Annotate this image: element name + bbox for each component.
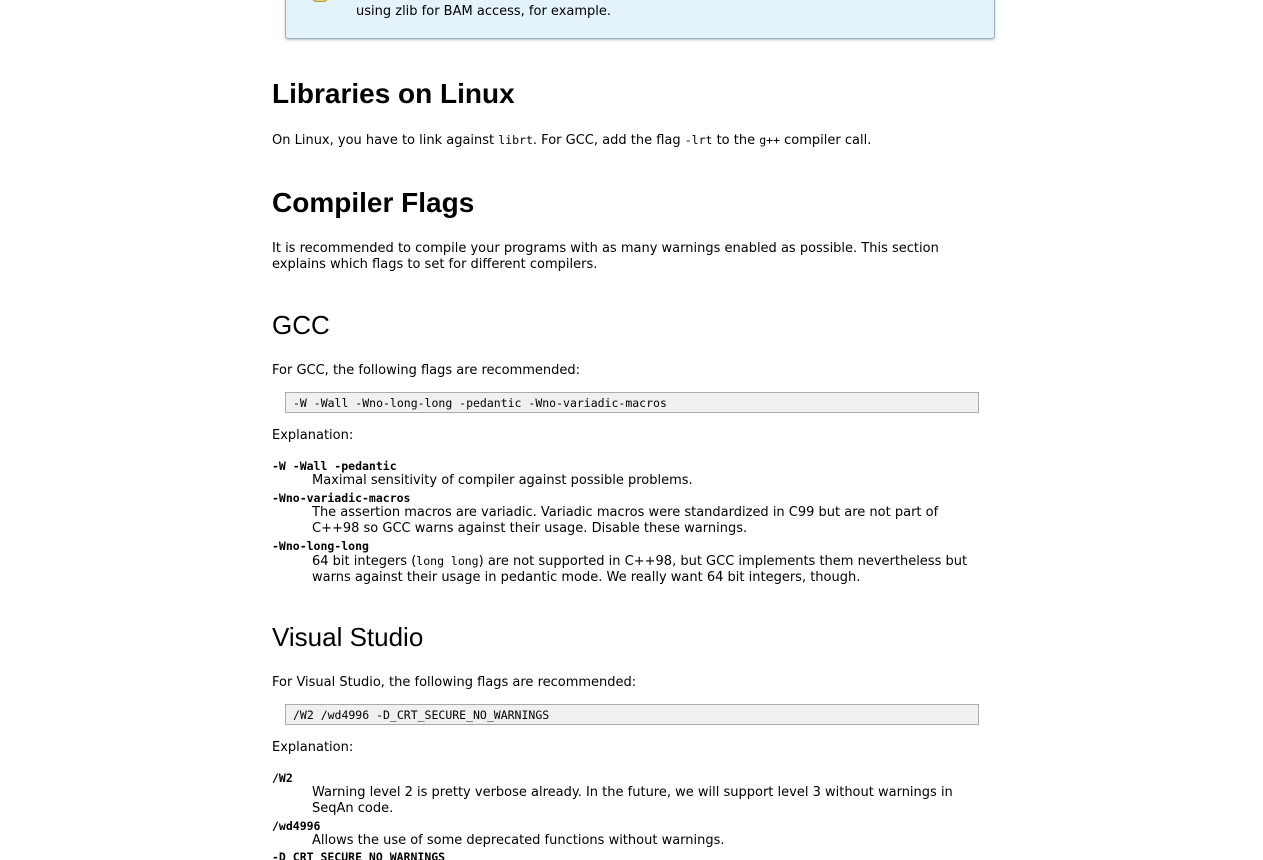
code-long-long: long long — [416, 554, 479, 568]
vs-term-w2: /W2 — [272, 771, 293, 785]
gcc-desc-wall: Maximal sensitivity of compiler against … — [312, 473, 693, 488]
gcc-desc-long-long: 64 bit integers (long long) are not supp… — [312, 553, 1002, 586]
vs-term-wd4996: /wd4996 — [272, 819, 321, 833]
vs-intro: For Visual Studio, the following flags a… — [272, 675, 637, 690]
text: . For GCC, add the flag — [532, 133, 685, 148]
heading-compiler-flags: Compiler Flags — [272, 187, 475, 218]
code-lrt-flag: -lrt — [684, 133, 713, 147]
gcc-explanation-label: Explanation: — [272, 428, 354, 443]
text: On Linux, you have to link against — [272, 133, 499, 148]
gcc-code-block: -W -Wall -Wno-long-long -pedantic -Wno-v… — [285, 392, 979, 413]
note-text: using zlib for BAM access, for example. — [356, 4, 612, 19]
vs-explanation-label: Explanation: — [272, 740, 354, 755]
code-gpp: g++ — [759, 133, 781, 147]
heading-gcc: GCC — [272, 310, 330, 340]
gcc-intro: For GCC, the following flags are recomme… — [272, 363, 581, 378]
lightbulb-icon — [311, 0, 329, 2]
libraries-paragraph: On Linux, you have to link against librt… — [272, 132, 972, 149]
gcc-term-long-long: -Wno-long-long — [272, 539, 369, 553]
gcc-desc-variadic: The assertion macros are variadic. Varia… — [312, 505, 939, 536]
vs-desc-wd4996: Allows the use of some deprecated functi… — [312, 833, 725, 848]
text: to the — [712, 133, 760, 148]
gcc-term-variadic: -Wno-variadic-macros — [272, 491, 411, 505]
vs-code-block: /W2 /wd4996 -D_CRT_SECURE_NO_WARNINGS — [285, 704, 979, 725]
vs-term-crt: -D_CRT_SECURE_NO_WARNINGS — [272, 850, 446, 860]
gcc-term-wall: -W -Wall -pedantic — [272, 459, 397, 473]
code-librt: librt — [498, 133, 533, 147]
compiler-flags-intro: It is recommended to compile your progra… — [272, 241, 939, 272]
text: compiler call. — [780, 133, 872, 148]
note-box: using zlib for BAM access, for example. — [285, 0, 995, 39]
heading-visual-studio: Visual Studio — [272, 622, 424, 652]
vs-desc-w2: Warning level 2 is pretty verbose alread… — [312, 785, 953, 816]
heading-libraries-on-linux: Libraries on Linux — [272, 78, 515, 109]
text: 64 bit integers ( — [312, 554, 417, 569]
